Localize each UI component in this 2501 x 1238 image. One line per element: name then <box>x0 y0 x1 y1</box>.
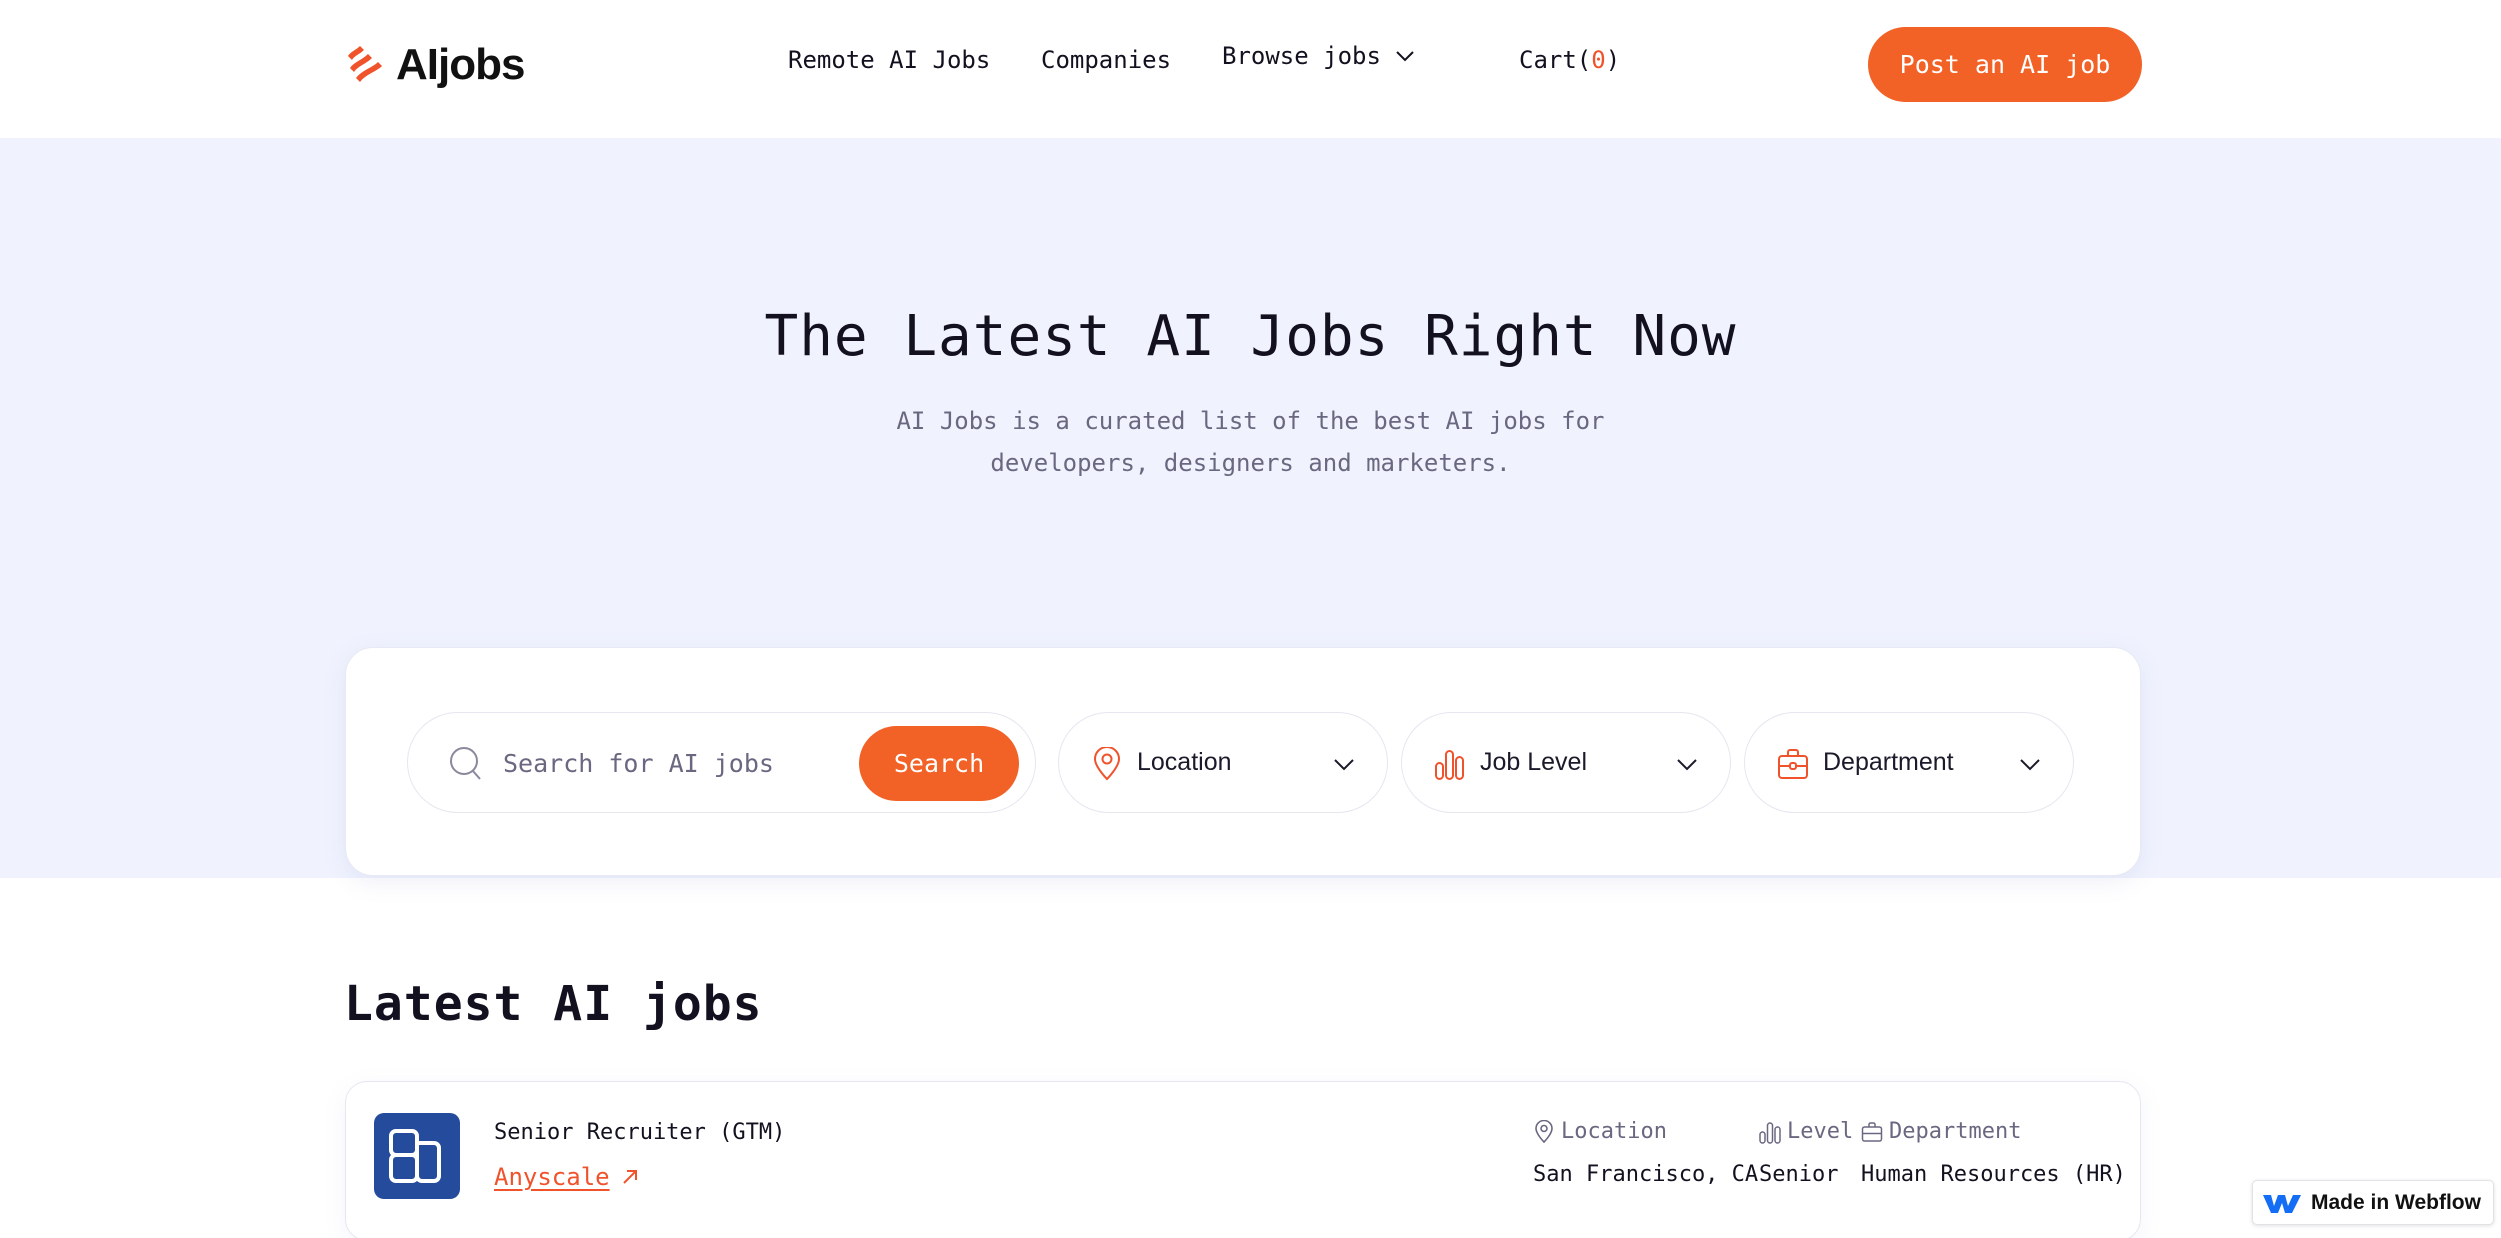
nav-browse-jobs-dropdown[interactable]: Browse jobs <box>1222 42 1417 70</box>
location-pin-icon <box>1093 747 1121 781</box>
company-name: Anyscale <box>494 1163 610 1191</box>
search-icon <box>450 747 481 780</box>
site-header: AIjobs Remote AI Jobs Companies Browse j… <box>0 0 2501 138</box>
location-filter-label: Location <box>1137 748 1232 776</box>
cart-label: Cart( <box>1519 46 1592 74</box>
job-level-filter-label: Job Level <box>1480 748 1588 776</box>
hero-subtitle: AI Jobs is a curated list of the best AI… <box>0 400 2501 484</box>
hero-subtitle-line-2: developers, designers and marketers. <box>990 449 1511 477</box>
location-filter-dropdown[interactable]: Location <box>1058 712 1388 813</box>
post-job-button[interactable]: Post an AI job <box>1868 27 2142 102</box>
job-level-filter-dropdown[interactable]: Job Level <box>1401 712 1731 813</box>
department-label-text: Department <box>1889 1119 2022 1144</box>
nav-cart[interactable]: Cart(0) <box>1519 46 1620 74</box>
bar-chart-icon <box>1435 750 1464 780</box>
chevron-down-icon <box>2020 759 2040 771</box>
location-meta-label: Location <box>1533 1119 1667 1144</box>
hero-subtitle-line-1: AI Jobs is a curated list of the best AI… <box>896 407 1605 435</box>
anyscale-logo-icon <box>389 1129 441 1183</box>
hero-title: The Latest AI Jobs Right Now <box>764 304 1737 369</box>
latest-jobs-title: Latest AI jobs <box>344 976 763 1032</box>
search-input[interactable] <box>503 738 833 788</box>
webflow-logo-icon <box>2263 1194 2301 1213</box>
external-link-arrow-icon <box>622 1170 637 1184</box>
browse-jobs-label: Browse jobs <box>1222 42 1381 70</box>
job-title[interactable]: Senior Recruiter (GTM) <box>494 1120 785 1145</box>
job-department: Human Resources (HR) <box>1861 1162 2126 1187</box>
job-location: San Francisco, CA <box>1533 1162 1759 1187</box>
briefcase-icon <box>1861 1121 1883 1142</box>
briefcase-icon <box>1778 749 1808 779</box>
location-pin-icon <box>1535 1119 1553 1143</box>
webflow-badge-text: Made in Webflow <box>2311 1190 2481 1214</box>
search-button[interactable]: Search <box>859 726 1019 801</box>
search-card: Search Location Job Level Department <box>345 647 2141 876</box>
job-level: Senior <box>1759 1162 1839 1187</box>
company-link[interactable]: Anyscale <box>494 1163 640 1191</box>
job-card[interactable]: Senior Recruiter (GTM) Anyscale Location… <box>345 1081 2141 1238</box>
department-filter-dropdown[interactable]: Department <box>1744 712 2074 813</box>
cart-count: 0 <box>1591 46 1606 74</box>
made-in-webflow-badge[interactable]: Made in Webflow <box>2252 1180 2494 1225</box>
nav-companies[interactable]: Companies <box>1041 46 1171 74</box>
level-meta-label: Level <box>1759 1119 1853 1144</box>
nav-remote-ai-jobs[interactable]: Remote AI Jobs <box>788 46 990 74</box>
cart-close-paren: ) <box>1605 46 1621 74</box>
level-label-text: Level <box>1787 1119 1854 1144</box>
bar-chart-icon <box>1759 1121 1781 1144</box>
department-filter-label: Department <box>1823 748 1954 776</box>
location-label-text: Location <box>1561 1119 1667 1144</box>
search-bar: Search <box>407 712 1036 813</box>
company-logo <box>374 1113 460 1199</box>
chevron-down-icon <box>1396 51 1414 62</box>
chevron-down-icon <box>1334 759 1354 771</box>
chevron-down-icon <box>1677 759 1697 771</box>
department-meta-label: Department <box>1861 1119 2021 1144</box>
